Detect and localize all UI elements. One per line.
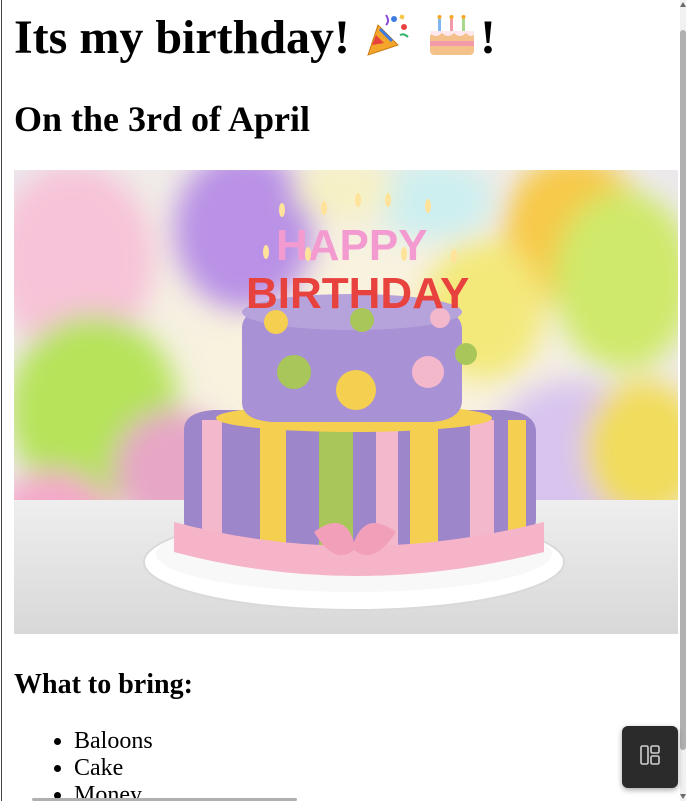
cake-bottom-tier — [174, 410, 544, 576]
list-item: Baloons — [74, 728, 153, 755]
candle-text-happy: HAPPY — [276, 221, 428, 270]
party-popper-icon — [364, 11, 410, 74]
page-subtitle: On the 3rd of April — [14, 99, 311, 139]
layout-grid-icon — [639, 744, 661, 771]
vertical-scrollbar[interactable] — [680, 0, 686, 801]
vertical-scrollbar-thumb[interactable] — [680, 30, 686, 750]
birthday-cake-image: HAPPY BIRTHDAY — [14, 170, 678, 634]
list-item: Cake — [74, 755, 153, 782]
scroll-up-arrow-icon[interactable] — [680, 2, 686, 7]
birthday-cake-icon — [426, 11, 478, 74]
layout-toggle-button[interactable] — [622, 726, 678, 788]
bring-heading: What to bring: — [14, 669, 193, 700]
page-viewport[interactable]: Its my birthday! ! On the 3rd of April H… — [1, 0, 680, 801]
scroll-down-arrow-icon[interactable] — [680, 794, 686, 799]
bring-list: Baloons Cake Money — [14, 728, 153, 801]
title-text: Its my birthday! — [14, 11, 351, 64]
page-title: Its my birthday! ! — [14, 8, 496, 74]
title-suffix: ! — [480, 11, 497, 64]
candle-text-birthday: BIRTHDAY — [246, 269, 469, 318]
